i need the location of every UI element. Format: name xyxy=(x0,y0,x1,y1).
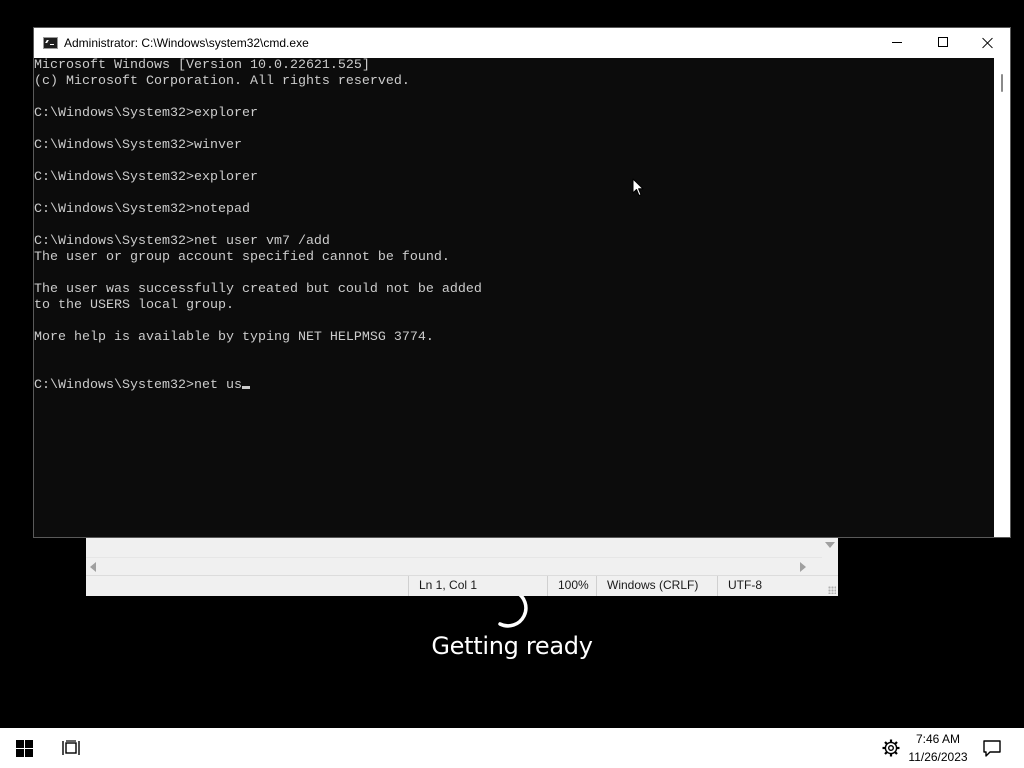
cmd-vertical-scrollbar[interactable] xyxy=(994,58,1010,537)
resize-grip-icon[interactable] xyxy=(828,586,836,594)
console-line: (c) Microsoft Corporation. All rights re… xyxy=(34,74,410,89)
task-view-button[interactable] xyxy=(48,728,94,768)
console-line: The user was successfully created but co… xyxy=(34,282,482,297)
notepad-horizontal-scrollbar[interactable] xyxy=(86,557,822,575)
minimize-icon xyxy=(892,42,902,43)
text-cursor xyxy=(241,386,250,389)
console-line: C:\Windows\System32>explorer xyxy=(34,106,258,121)
mouse-pointer-icon xyxy=(632,178,644,196)
console-line: to the USERS local group. xyxy=(34,298,234,313)
clock-date: 11/26/2023 xyxy=(908,750,968,764)
close-button[interactable] xyxy=(965,28,1011,58)
cmd-title-bar[interactable]: Administrator: C:\Windows\system32\cmd.e… xyxy=(34,28,1010,58)
clock[interactable]: 7:46 AM 11/26/2023 xyxy=(908,728,968,768)
console-line: C:\Windows\System32>net us xyxy=(34,378,994,394)
console-line: More help is available by typing NET HEL… xyxy=(34,330,434,345)
minimize-button[interactable] xyxy=(874,28,920,58)
clock-time: 7:46 AM xyxy=(915,732,961,746)
scroll-left-arrow-icon[interactable] xyxy=(90,562,96,572)
notepad-vertical-scrollbar[interactable] xyxy=(822,537,838,557)
console-line: C:\Windows\System32>winver xyxy=(34,138,242,153)
console-line: C:\Windows\System32>explorer xyxy=(34,170,258,185)
status-encoding: UTF-8 xyxy=(717,576,822,596)
console-line: Microsoft Windows [Version 10.0.22621.52… xyxy=(34,58,370,73)
maximize-button[interactable] xyxy=(920,28,966,58)
close-icon xyxy=(982,37,994,49)
console-line: C:\Windows\System32>net user vm7 /add xyxy=(34,234,330,249)
scroll-down-arrow-icon[interactable] xyxy=(825,542,835,548)
scroll-right-arrow-icon[interactable] xyxy=(800,562,806,572)
status-cursor-position: Ln 1, Col 1 xyxy=(408,576,548,596)
console-output[interactable]: Microsoft Windows [Version 10.0.22621.52… xyxy=(34,58,994,537)
window-title: Administrator: C:\Windows\system32\cmd.e… xyxy=(64,36,309,50)
cmd-window: Administrator: C:\Windows\system32\cmd.e… xyxy=(33,27,1011,538)
settings-button[interactable] xyxy=(874,728,908,768)
taskbar: 7:46 AM 11/26/2023 xyxy=(0,728,1024,768)
notification-icon xyxy=(983,740,1001,757)
scrollbar-corner xyxy=(822,557,838,574)
start-button[interactable] xyxy=(0,728,48,768)
notepad-status-bar: Ln 1, Col 1 100% Windows (CRLF) UTF-8 xyxy=(86,575,838,596)
scrollbar-thumb[interactable] xyxy=(1001,74,1003,92)
gear-icon xyxy=(882,739,900,757)
notifications-button[interactable] xyxy=(972,728,1012,768)
desktop: Getting ready Ln 1, Col 1 100% Windows (… xyxy=(0,0,1024,768)
maximize-icon xyxy=(938,37,948,47)
notepad-window: Ln 1, Col 1 100% Windows (CRLF) UTF-8 xyxy=(86,537,838,596)
console-line: The user or group account specified cann… xyxy=(34,250,450,265)
status-zoom: 100% xyxy=(547,576,597,596)
windows-logo-icon xyxy=(16,740,33,757)
task-view-icon xyxy=(62,740,80,755)
console-line: C:\Windows\System32>notepad xyxy=(34,202,250,217)
cmd-icon xyxy=(43,37,58,49)
status-line-ending: Windows (CRLF) xyxy=(596,576,718,596)
getting-ready-message: Getting ready xyxy=(431,632,593,660)
